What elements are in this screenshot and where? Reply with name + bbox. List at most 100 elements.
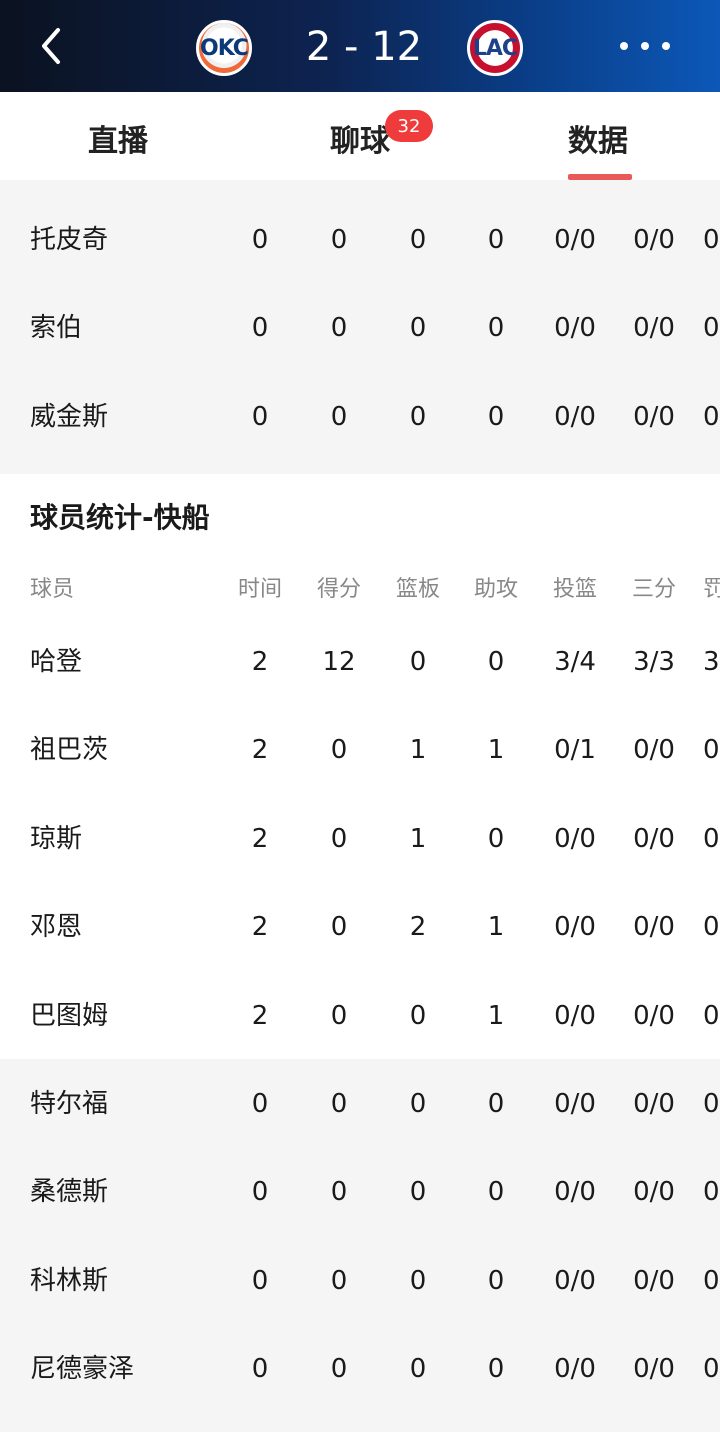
stat-time: 0 [251,1354,269,1385]
stat-ft: 0 [703,313,720,344]
player-name[interactable]: 祖巴茨 [30,706,108,794]
tab-chat[interactable]: 聊球 [330,116,390,160]
stat-fg: 0/0 [554,1265,596,1296]
stat-ft: 0 [703,735,720,766]
stat-rebounds: 0 [409,225,427,255]
stat-assists: 0 [487,225,505,255]
match-header: OKC 2 - 12 LAC [0,0,720,92]
tab-live[interactable]: 直播 [88,116,148,160]
player-name[interactable]: 邓恩 [30,883,82,971]
table-row[interactable]: 托皮奇 0 0 0 0 0/0 0/0 0 [0,196,720,284]
col-rebounds[interactable]: 篮板 [388,560,448,620]
stat-points: 0 [330,1265,348,1296]
stat-3pt: 0/0 [633,1177,675,1208]
stat-time: 2 [251,1000,269,1031]
stat-fg: 0/0 [554,912,596,943]
stat-rebounds: 1 [409,735,427,766]
stat-points: 12 [322,647,356,677]
table-row[interactable]: 科林斯 0 0 0 0 0/0 0/0 0 [0,1237,720,1325]
player-name[interactable]: 桑德斯 [30,1148,108,1236]
stat-fg: 0/0 [554,1000,596,1031]
table-row[interactable]: 邓恩 2 0 2 1 0/0 0/0 0 [0,883,720,971]
stat-3pt: 0/0 [633,1354,675,1385]
stat-assists: 0 [487,313,505,344]
col-ft[interactable]: 罚 [703,560,720,620]
home-team-logo[interactable]: OKC [196,20,252,76]
score: 2 - 12 [305,24,423,70]
stat-rebounds: 0 [409,1089,427,1119]
stat-3pt: 0/0 [633,225,675,255]
stat-assists: 0 [487,647,505,677]
stat-points: 0 [330,823,348,854]
table-row[interactable]: 琼斯 2 0 1 0 0/0 0/0 0 [0,795,720,883]
stat-3pt: 0/0 [633,823,675,854]
stat-time: 0 [251,1089,269,1119]
stat-assists: 1 [487,735,505,766]
stat-ft: 0 [703,1354,720,1385]
stat-points: 0 [330,1089,348,1119]
col-3pt[interactable]: 三分 [624,560,684,620]
tab-data[interactable]: 数据 [568,116,628,160]
stat-points: 0 [330,1000,348,1031]
table-row[interactable]: 巴图姆 2 0 0 1 0/0 0/0 0 [0,972,720,1060]
table-row[interactable]: 桑德斯 0 0 0 0 0/0 0/0 0 [0,1148,720,1236]
col-fg[interactable]: 投篮 [545,560,605,620]
stat-assists: 1 [487,912,505,943]
stat-time: 0 [251,313,269,344]
table-row[interactable]: 索伯 0 0 0 0 0/0 0/0 0 [0,284,720,372]
player-name[interactable]: 托皮奇 [30,196,108,284]
stat-time: 2 [251,735,269,766]
stat-assists: 0 [487,1177,505,1208]
tab-bar: 直播 聊球 32 数据 [0,92,720,180]
stat-assists: 0 [487,1265,505,1296]
stat-3pt: 0/0 [633,1089,675,1119]
stat-points: 0 [330,1177,348,1208]
stat-3pt: 0/0 [633,912,675,943]
stat-time: 0 [251,225,269,255]
stat-time: 2 [251,823,269,854]
stat-assists: 0 [487,1089,505,1119]
stat-time: 2 [251,912,269,943]
away-team-abbr: LAC [472,35,518,61]
stat-ft: 3 [703,647,720,677]
stat-ft: 0 [703,225,720,255]
player-name[interactable]: 索伯 [30,284,82,372]
col-time[interactable]: 时间 [230,560,290,620]
more-options-icon[interactable] [620,36,670,56]
table-row[interactable]: 尼德豪泽 0 0 0 0 0/0 0/0 0 [0,1325,720,1413]
stat-points: 0 [330,735,348,766]
stat-ft: 0 [703,823,720,854]
player-name[interactable]: 巴图姆 [30,972,108,1060]
stat-assists: 0 [487,401,505,432]
stat-assists: 0 [487,1354,505,1385]
stat-rebounds: 0 [409,1265,427,1296]
player-name[interactable]: 尼德豪泽 [30,1325,134,1413]
table-row[interactable]: 祖巴茨 2 0 1 1 0/1 0/0 0 [0,706,720,794]
stat-fg: 0/0 [554,401,596,432]
stat-rebounds: 2 [409,912,427,943]
table-row[interactable]: 威金斯 0 0 0 0 0/0 0/0 0 [0,373,720,461]
player-name[interactable]: 科林斯 [30,1237,108,1325]
stat-fg: 0/0 [554,313,596,344]
back-icon[interactable] [36,26,68,66]
player-name[interactable]: 威金斯 [30,373,108,461]
col-assists[interactable]: 助攻 [466,560,526,620]
col-player: 球员 [30,577,75,602]
table-row[interactable]: 哈登 2 12 0 0 3/4 3/3 3 [0,618,720,706]
stat-points: 0 [330,225,348,255]
stat-rebounds: 0 [409,1000,427,1031]
stat-assists: 1 [487,1000,505,1031]
stat-fg: 3/4 [554,647,596,677]
stat-rebounds: 0 [409,313,427,344]
stat-rebounds: 0 [409,1177,427,1208]
stat-ft: 0 [703,401,720,432]
stat-fg: 0/0 [554,823,596,854]
stat-rebounds: 1 [409,823,427,854]
away-team-logo[interactable]: LAC [467,20,523,76]
player-name[interactable]: 哈登 [30,618,82,706]
stat-fg: 0/0 [554,1177,596,1208]
col-points[interactable]: 得分 [309,560,369,620]
table-row[interactable]: 特尔福 0 0 0 0 0/0 0/0 0 [0,1060,720,1148]
player-name[interactable]: 琼斯 [30,795,82,883]
player-name[interactable]: 特尔福 [30,1060,108,1148]
